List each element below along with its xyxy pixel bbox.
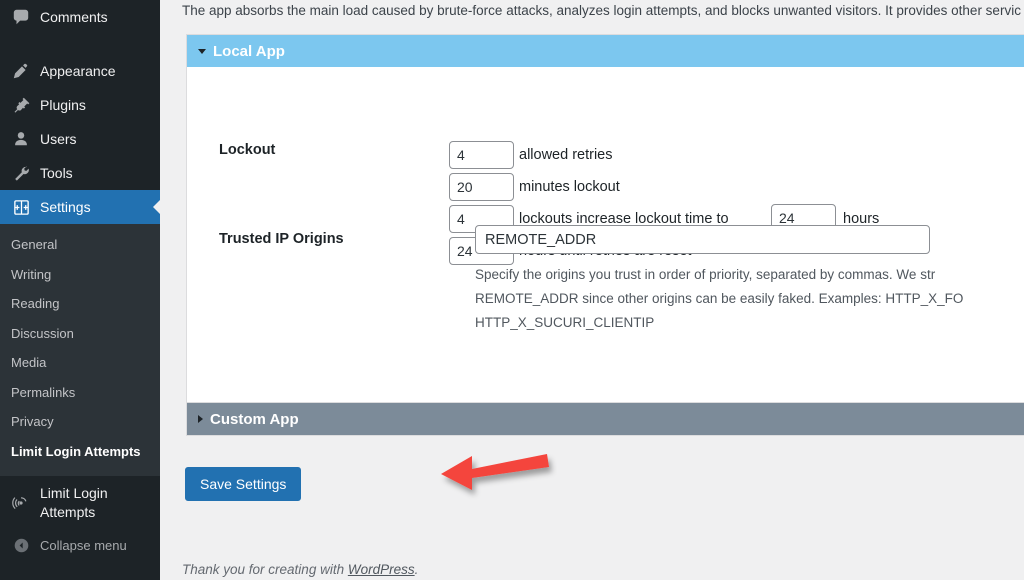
save-settings-button[interactable]: Save Settings (185, 467, 302, 501)
tools-icon (11, 163, 31, 183)
sidebar-item-tools[interactable]: Tools (0, 156, 160, 190)
sidebar-item-comments[interactable]: Comments (0, 0, 160, 34)
panel-custom-app-header[interactable]: Custom App (187, 403, 1024, 435)
submenu-item-writing[interactable]: Writing (0, 260, 160, 290)
settings-icon (11, 197, 31, 217)
allowed-retries-input[interactable] (449, 141, 514, 169)
sidebar-item-label: Tools (40, 165, 73, 181)
panel-custom-app: Custom App (186, 402, 1024, 436)
trusted-desc-line-2: REMOTE_ADDR since other origins can be e… (475, 291, 964, 306)
annotation-arrow-icon (441, 454, 549, 490)
panel-local-app-title: Local App (213, 42, 285, 60)
users-icon (11, 129, 31, 149)
minutes-lockout-input[interactable] (449, 173, 514, 201)
collapse-menu-label: Collapse menu (40, 538, 127, 554)
submenu-item-permalinks[interactable]: Permalinks (0, 378, 160, 408)
browser-viewport: Comments Appearance Plugins Users Tools … (0, 0, 1024, 580)
admin-sidebar: Comments Appearance Plugins Users Tools … (0, 0, 160, 580)
sidebar-item-label: Comments (40, 9, 108, 25)
sidebar-item-label: Settings (40, 199, 91, 215)
trusted-desc-line-1: Specify the origins you trust in order o… (475, 267, 936, 282)
footer-suffix: . (414, 562, 419, 577)
footer-prefix: Thank you for creating with (182, 562, 348, 577)
submenu-item-privacy[interactable]: Privacy (0, 407, 160, 437)
submenu-item-reading[interactable]: Reading (0, 289, 160, 319)
trusted-ip-origins-description: Specify the origins you trust in order o… (475, 263, 1024, 335)
sidebar-item-label: Appearance (40, 63, 116, 79)
sidebar-item-label: Plugins (40, 97, 86, 113)
sidebar-item-plugins[interactable]: Plugins (0, 88, 160, 122)
allowed-retries-label: allowed retries (519, 147, 613, 163)
sidebar-item-appearance[interactable]: Appearance (0, 54, 160, 88)
main-content: The app absorbs the main load caused by … (160, 0, 1024, 580)
panel-local-app-header[interactable]: Local App (187, 35, 1024, 67)
panel-local-app-body: Lockout allowed retries minutes lockout … (187, 67, 1024, 425)
trusted-ip-origins-label: Trusted IP Origins (219, 231, 344, 247)
settings-submenu: General Writing Reading Discussion Media… (0, 224, 160, 477)
panel-local-app: Local App Lockout allowed retries minute… (186, 34, 1024, 426)
plugins-icon (11, 95, 31, 115)
collapse-menu-button[interactable]: Collapse menu (0, 529, 160, 563)
comments-icon (11, 7, 31, 27)
trusted-ip-origins-input[interactable] (475, 225, 930, 254)
sidebar-item-limit-login-attempts-plugin[interactable]: Limit Login Attempts (0, 476, 160, 528)
sidebar-item-users[interactable]: Users (0, 122, 160, 156)
chevron-right-icon (198, 415, 203, 423)
minutes-lockout-label: minutes lockout (519, 179, 620, 195)
sidebar-item-label: Limit Login Attempts (40, 485, 108, 520)
lockout-label: Lockout (219, 142, 276, 158)
panel-custom-app-title: Custom App (210, 410, 299, 428)
wordpress-link[interactable]: WordPress (348, 562, 415, 577)
sidebar-item-label: Users (40, 131, 77, 147)
submenu-item-general[interactable]: General (0, 230, 160, 260)
trusted-desc-line-3: HTTP_X_SUCURI_CLIENTIP (475, 315, 655, 330)
intro-description: The app absorbs the main load caused by … (182, 3, 1021, 18)
submenu-item-limit-login-attempts[interactable]: Limit Login Attempts (0, 437, 160, 467)
chevron-down-icon (198, 48, 206, 54)
collapse-arrow-icon (11, 536, 31, 556)
submenu-item-media[interactable]: Media (0, 348, 160, 378)
footer-credit: Thank you for creating with WordPress. (182, 562, 418, 577)
sidebar-item-settings[interactable]: Settings (0, 190, 160, 224)
appearance-icon (11, 61, 31, 81)
submenu-item-discussion[interactable]: Discussion (0, 319, 160, 349)
fingerprint-icon (11, 493, 31, 513)
